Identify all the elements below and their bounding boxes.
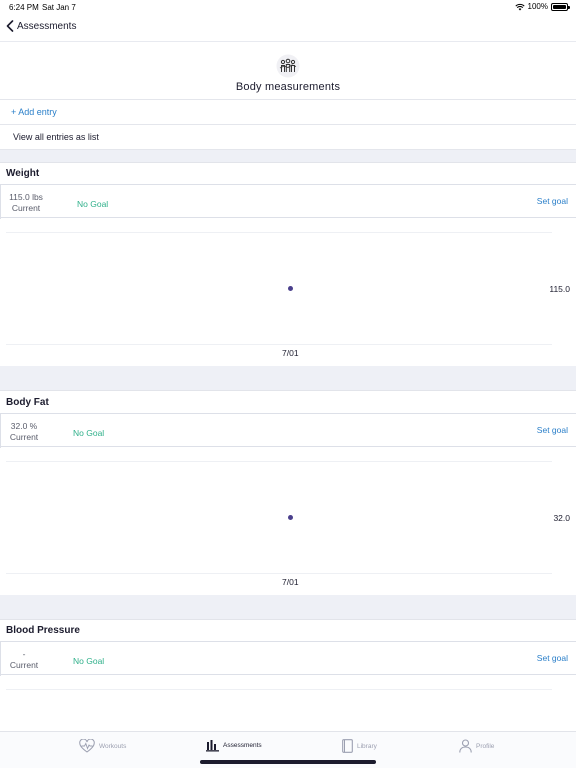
tab-workouts[interactable]: Workouts bbox=[79, 739, 126, 753]
blood-pressure-current-value: - bbox=[22, 649, 26, 659]
page-title: Body measurements bbox=[235, 81, 341, 93]
wifi-icon bbox=[514, 3, 525, 10]
weight-current: 115.0 lbs Current bbox=[6, 192, 46, 214]
body-fat-current-value: 32.0 % bbox=[10, 421, 38, 431]
body-fat-goal-status: No Goal bbox=[73, 428, 105, 438]
blood-pressure-goal-status: No Goal bbox=[73, 656, 105, 666]
section-title-weight: Weight bbox=[6, 168, 40, 179]
chart-gridline bbox=[6, 573, 552, 574]
section-title-blood-pressure: Blood Pressure bbox=[6, 625, 80, 636]
weight-data-point bbox=[288, 286, 293, 291]
tab-label-workouts: Workouts bbox=[99, 742, 127, 750]
section-divider bbox=[0, 366, 576, 391]
chart-gridline bbox=[6, 232, 552, 233]
tab-label-assessments: Assessments bbox=[223, 742, 262, 749]
tab-library[interactable]: Library bbox=[342, 739, 377, 753]
blood-pressure-goal-row: - Current No Goal Set goal bbox=[0, 641, 576, 676]
status-time: 6:24 PM bbox=[9, 3, 39, 12]
tab-profile[interactable]: Profile bbox=[459, 739, 494, 753]
view-all-entries-link[interactable]: View all entries as list bbox=[0, 125, 576, 150]
blood-pressure-current: - Current bbox=[6, 649, 42, 671]
back-button[interactable]: Assessments bbox=[6, 20, 76, 32]
status-bar: 6:24 PM Sat Jan 7 100% bbox=[0, 0, 576, 14]
section-title-body-fat: Body Fat bbox=[6, 397, 49, 408]
weight-current-label: Current bbox=[11, 203, 41, 213]
tab-label-library: Library bbox=[357, 742, 377, 750]
weight-goal-status: No Goal bbox=[77, 199, 109, 209]
page-header: Body measurements bbox=[0, 42, 576, 100]
chart-gridline bbox=[6, 689, 552, 690]
weight-chart: 115.0 7/01 bbox=[0, 219, 576, 366]
body-fat-set-goal-button[interactable]: Set goal bbox=[537, 425, 568, 435]
chevron-left-icon bbox=[6, 20, 14, 32]
add-entry-button[interactable]: + Add entry bbox=[0, 100, 576, 125]
weight-goal-row: 115.0 lbs Current No Goal Set goal bbox=[0, 184, 576, 219]
heart-pulse-icon bbox=[79, 739, 95, 753]
home-indicator[interactable] bbox=[200, 760, 376, 764]
weight-x-label: 7/01 bbox=[282, 348, 299, 358]
book-icon bbox=[342, 739, 353, 753]
blood-pressure-chart bbox=[0, 676, 576, 731]
chart-gridline bbox=[6, 344, 552, 345]
section-divider bbox=[0, 150, 576, 163]
body-fat-chart: 32.0 7/01 bbox=[0, 448, 576, 595]
tab-label-profile: Profile bbox=[476, 742, 495, 750]
bar-chart-icon bbox=[206, 740, 219, 752]
body-fat-y-label: 32.0 bbox=[553, 513, 570, 523]
status-date: Sat Jan 7 bbox=[42, 3, 76, 12]
body-fat-x-label: 7/01 bbox=[282, 577, 299, 587]
section-divider bbox=[0, 595, 576, 620]
blood-pressure-set-goal-button[interactable]: Set goal bbox=[537, 653, 568, 663]
person-icon bbox=[459, 739, 472, 753]
battery-icon bbox=[551, 2, 570, 11]
chart-gridline bbox=[6, 461, 552, 462]
back-label: Assessments bbox=[17, 20, 77, 32]
battery-percent: 100% bbox=[527, 2, 548, 11]
navigation-bar: Assessments bbox=[0, 14, 576, 42]
weight-y-label: 115.0 bbox=[549, 284, 570, 294]
weight-set-goal-button[interactable]: Set goal bbox=[537, 196, 568, 206]
blood-pressure-current-label: Current bbox=[9, 660, 39, 670]
status-right: 100% bbox=[514, 2, 570, 11]
body-fat-goal-row: 32.0 % Current No Goal Set goal bbox=[0, 413, 576, 448]
weight-current-value: 115.0 lbs bbox=[9, 192, 43, 202]
body-fat-data-point bbox=[288, 515, 293, 520]
body-fat-current-label: Current bbox=[9, 432, 39, 442]
tab-assessments[interactable]: Assessments bbox=[206, 739, 262, 752]
body-fat-current: 32.0 % Current bbox=[6, 421, 42, 443]
group-people-icon bbox=[276, 54, 300, 78]
